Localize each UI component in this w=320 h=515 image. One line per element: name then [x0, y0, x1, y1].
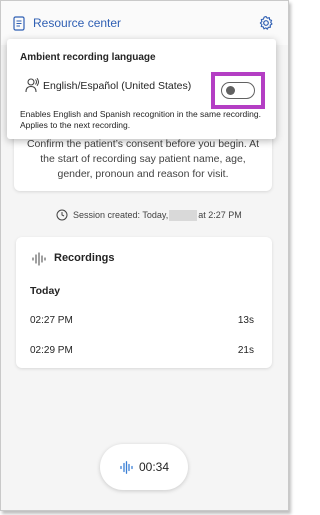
bilingual-toggle[interactable]: [221, 82, 255, 99]
resource-center-link[interactable]: Resource center: [33, 16, 121, 30]
recording-time: 02:29 PM: [30, 345, 73, 356]
sound-wave-icon: [120, 461, 133, 474]
person-voice-icon: [25, 77, 39, 93]
language-label: English/Español (United States): [43, 80, 192, 92]
redacted-date: [169, 209, 198, 221]
app-panel: Resource center Ambient recording langua…: [0, 0, 289, 511]
sound-wave-icon: [32, 252, 46, 266]
document-icon: [13, 16, 25, 31]
language-description: Enables English and Spanish recognition …: [20, 109, 261, 130]
recording-duration: 13s: [237, 315, 254, 326]
recording-row[interactable]: 02:27 PM 13s: [16, 315, 272, 331]
recording-time: 02:27 PM: [30, 315, 73, 326]
recording-duration: 21s: [237, 345, 254, 356]
session-suffix: at 2:27 PM: [198, 210, 242, 220]
recordings-heading: Recordings: [54, 252, 115, 264]
recording-elapsed-time: 00:34: [139, 460, 170, 474]
recordings-group-label: Today: [30, 285, 61, 297]
gear-icon[interactable]: [258, 15, 274, 31]
recordings-card: Recordings Today 02:27 PM 13s 02:29 PM 2…: [16, 237, 272, 368]
clock-icon: [56, 209, 68, 221]
session-prefix: Session created: Today,: [73, 210, 169, 220]
popup-heading: Ambient recording language: [20, 52, 156, 63]
session-info: Session created: Today, at 2:27 PM: [56, 209, 242, 221]
recording-row[interactable]: 02:29 PM 21s: [16, 345, 272, 361]
consent-text: Confirm the patient’s consent before you…: [26, 138, 260, 180]
toggle-knob: [226, 86, 235, 95]
recording-timer-button[interactable]: 00:34: [100, 444, 188, 490]
